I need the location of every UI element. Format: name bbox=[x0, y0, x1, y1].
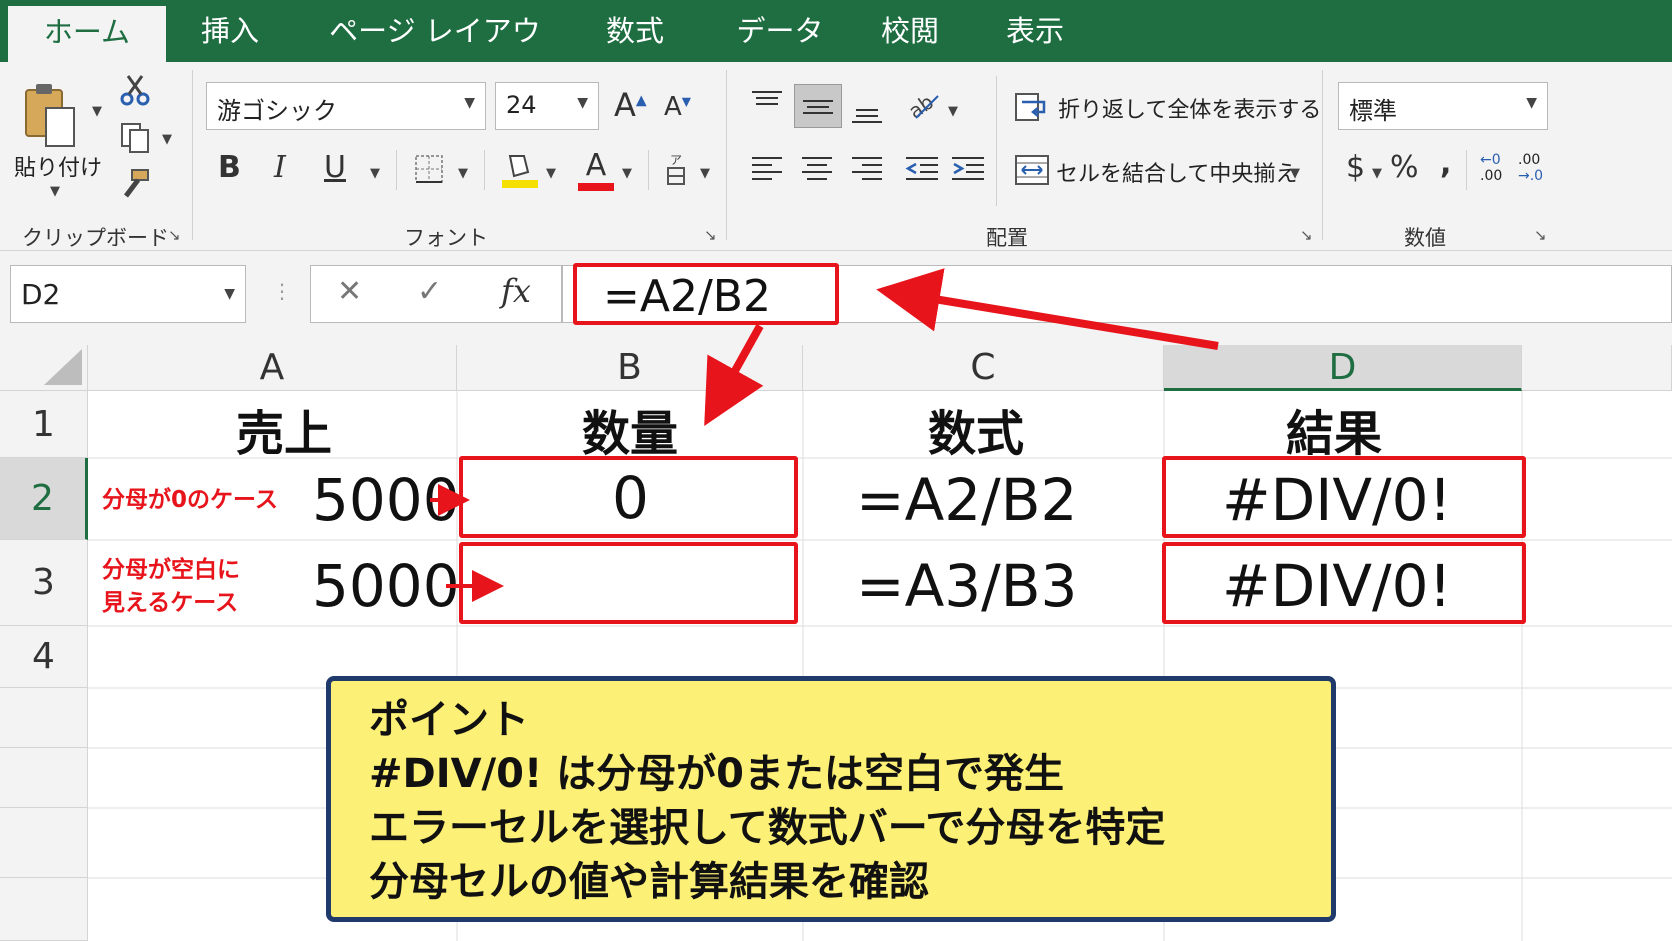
callout-line-1: #DIV/0! は分母が0または空白で発生 bbox=[369, 751, 1064, 797]
callout-line-3: 分母セルの値や計算結果を確認 bbox=[369, 859, 929, 905]
callout-line-2: エラーセルを選択して数式バーで分母を特定 bbox=[369, 805, 1166, 851]
callout-title: ポイント bbox=[369, 697, 529, 743]
arrow-to-formula bbox=[876, 268, 1219, 350]
point-callout: ポイント #DIV/0! は分母が0または空白で発生 エラーセルを選択して数式バ… bbox=[326, 676, 1336, 922]
arrow-to-quantity bbox=[704, 324, 764, 426]
